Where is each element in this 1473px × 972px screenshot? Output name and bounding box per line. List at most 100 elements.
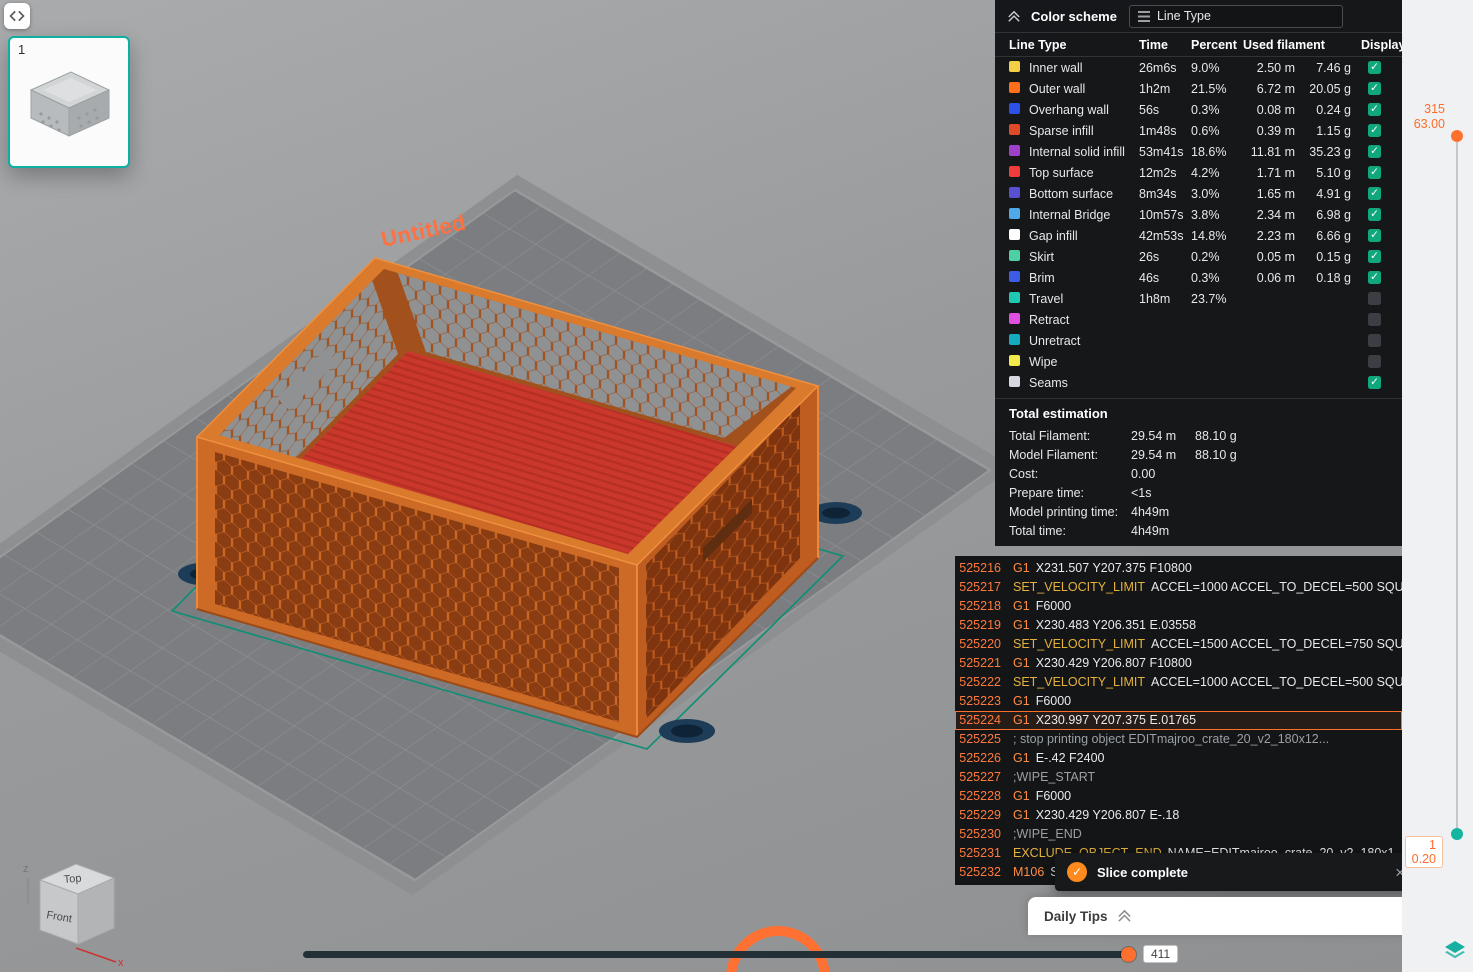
line-type-used-weight: 1.15 g xyxy=(1303,124,1359,138)
line-type-used-length: 2.23 m xyxy=(1241,229,1303,243)
layer-slider-bottom-handle[interactable] xyxy=(1451,828,1463,840)
display-checkbox[interactable] xyxy=(1368,187,1381,200)
gcode-line[interactable]: 525219 G1 X230.483 Y206.351 E.03558 xyxy=(955,616,1402,635)
gcode-line[interactable]: 525216 G1 X231.507 Y207.375 F10800 xyxy=(955,559,1402,578)
line-type-label: Gap infill xyxy=(1029,229,1139,243)
gcode-command: SET_VELOCITY_LIMIT xyxy=(1013,578,1145,597)
line-type-used-weight: 7.46 g xyxy=(1303,61,1359,75)
line-type-color-swatch xyxy=(1009,292,1020,303)
display-checkbox[interactable] xyxy=(1368,334,1381,347)
axis-z-label: z xyxy=(23,863,29,875)
line-type-label: Wipe xyxy=(1029,355,1139,369)
gcode-line-number: 525230 xyxy=(955,825,1001,844)
gcode-line[interactable]: 525223 G1 F6000 xyxy=(955,692,1402,711)
line-type-color-swatch xyxy=(1009,124,1020,135)
line-type-time: 10m57s xyxy=(1139,208,1191,222)
layer-slider-bottom-labels: 1 0.20 xyxy=(1405,836,1443,868)
layer-slider-track[interactable] xyxy=(1456,142,1458,834)
line-type-label: Overhang wall xyxy=(1029,103,1139,117)
gcode-line[interactable]: 525218 G1 F6000 xyxy=(955,597,1402,616)
daily-tips-bar[interactable]: Daily Tips xyxy=(1028,897,1433,935)
display-checkbox[interactable] xyxy=(1368,166,1381,179)
navigation-cube[interactable]: Top Front z x xyxy=(23,863,124,969)
line-type-percent: 23.7% xyxy=(1191,292,1241,306)
gcode-line-number: 525224 xyxy=(955,711,1001,730)
gcode-line-number: 525227 xyxy=(955,768,1001,787)
gcode-line-number: 525221 xyxy=(955,654,1001,673)
gcode-command: M106 xyxy=(1013,863,1044,882)
layer-slider-top-handle[interactable] xyxy=(1451,130,1463,142)
gcode-line[interactable]: 525220 SET_VELOCITY_LIMIT ACCEL=1500 ACC… xyxy=(955,635,1402,654)
estimation-label: Total Filament: xyxy=(1009,429,1131,443)
gcode-line[interactable]: 525222 SET_VELOCITY_LIMIT ACCEL=1000 ACC… xyxy=(955,673,1402,692)
layers-view-button[interactable] xyxy=(1443,938,1467,967)
estimation-value-2: 88.10 g xyxy=(1195,429,1388,443)
gcode-line[interactable]: 525224 G1 X230.997 Y207.375 E.01765 xyxy=(955,711,1402,730)
estimation-value-1: <1s xyxy=(1131,486,1195,500)
line-type-row: Top surface 12m2s 4.2% 1.71 m 5.10 g xyxy=(995,162,1402,183)
move-slider: 411 xyxy=(303,944,1173,964)
color-scheme-title: Color scheme xyxy=(1031,9,1117,24)
line-type-label: Brim xyxy=(1029,271,1139,285)
collapse-panel-icon[interactable] xyxy=(1007,10,1021,23)
display-checkbox[interactable] xyxy=(1368,292,1381,305)
line-type-label: Skirt xyxy=(1029,250,1139,264)
line-type-dropdown[interactable]: Line Type xyxy=(1129,5,1343,28)
line-type-row: Brim 46s 0.3% 0.06 m 0.18 g xyxy=(995,267,1402,288)
gcode-line[interactable]: 525225 ; stop printing object EDITmajroo… xyxy=(955,730,1402,749)
list-icon xyxy=(1138,11,1150,22)
display-checkbox[interactable] xyxy=(1368,145,1381,158)
move-slider-track[interactable] xyxy=(303,951,1135,958)
gcode-line[interactable]: 525217 SET_VELOCITY_LIMIT ACCEL=1000 ACC… xyxy=(955,578,1402,597)
gcode-line[interactable]: 525227 ;WIPE_START xyxy=(955,768,1402,787)
layer-bottom-value: 1 xyxy=(1412,838,1436,852)
gcode-command: G1 xyxy=(1013,692,1030,711)
gcode-command: SET_VELOCITY_LIMIT xyxy=(1013,673,1145,692)
display-checkbox[interactable] xyxy=(1368,103,1381,116)
gcode-line[interactable]: 525226 G1 E-.42 F2400 xyxy=(955,749,1402,768)
sidebar-expand-button[interactable] xyxy=(4,3,30,29)
col-percent: Percent xyxy=(1191,38,1243,52)
gcode-line-number: 525231 xyxy=(955,844,1001,863)
gcode-line[interactable]: 525229 G1 X230.429 Y206.807 E-.18 xyxy=(955,806,1402,825)
gcode-params: F6000 xyxy=(1036,597,1071,616)
line-type-table-header: Line Type Time Percent Used filament Dis… xyxy=(995,33,1402,57)
line-type-percent: 3.0% xyxy=(1191,187,1241,201)
display-checkbox[interactable] xyxy=(1368,355,1381,368)
gcode-line[interactable]: 525230 ;WIPE_END xyxy=(955,825,1402,844)
display-checkbox[interactable] xyxy=(1368,250,1381,263)
display-checkbox[interactable] xyxy=(1368,82,1381,95)
estimation-row: Model printing time: 4h49m xyxy=(995,502,1402,521)
display-checkbox[interactable] xyxy=(1368,271,1381,284)
display-checkbox[interactable] xyxy=(1368,124,1381,137)
line-type-percent: 14.8% xyxy=(1191,229,1241,243)
display-checkbox[interactable] xyxy=(1368,313,1381,326)
gcode-line-number: 525225 xyxy=(955,730,1001,749)
gcode-command: G1 xyxy=(1013,711,1030,730)
plate-thumbnail-index: 1 xyxy=(18,42,25,57)
gcode-command: G1 xyxy=(1013,597,1030,616)
gcode-viewer: 525216 G1 X231.507 Y207.375 F10800 52521… xyxy=(955,556,1402,885)
gcode-line-number: 525226 xyxy=(955,749,1001,768)
display-checkbox[interactable] xyxy=(1368,61,1381,74)
display-checkbox[interactable] xyxy=(1368,229,1381,242)
line-type-percent: 0.3% xyxy=(1191,103,1241,117)
display-checkbox[interactable] xyxy=(1368,208,1381,221)
line-type-time: 56s xyxy=(1139,103,1191,117)
total-estimation-title: Total estimation xyxy=(995,398,1402,426)
gcode-line[interactable]: 525221 G1 X230.429 Y206.807 F10800 xyxy=(955,654,1402,673)
gcode-line-number: 525219 xyxy=(955,616,1001,635)
line-type-row: Sparse infill 1m48s 0.6% 0.39 m 1.15 g xyxy=(995,120,1402,141)
line-type-label: Sparse infill xyxy=(1029,124,1139,138)
display-checkbox[interactable] xyxy=(1368,376,1381,389)
plate-thumbnail[interactable]: 1 xyxy=(8,36,130,168)
chevrons-horizontal-icon xyxy=(5,4,29,28)
gcode-line[interactable]: 525228 G1 F6000 xyxy=(955,787,1402,806)
estimation-label: Total time: xyxy=(1009,524,1131,538)
line-type-percent: 0.3% xyxy=(1191,271,1241,285)
line-type-percent: 0.6% xyxy=(1191,124,1241,138)
line-type-time: 53m41s xyxy=(1139,145,1191,159)
line-type-label: Inner wall xyxy=(1029,61,1139,75)
move-slider-handle[interactable] xyxy=(1121,947,1136,962)
gcode-params: X231.507 Y207.375 F10800 xyxy=(1036,559,1192,578)
